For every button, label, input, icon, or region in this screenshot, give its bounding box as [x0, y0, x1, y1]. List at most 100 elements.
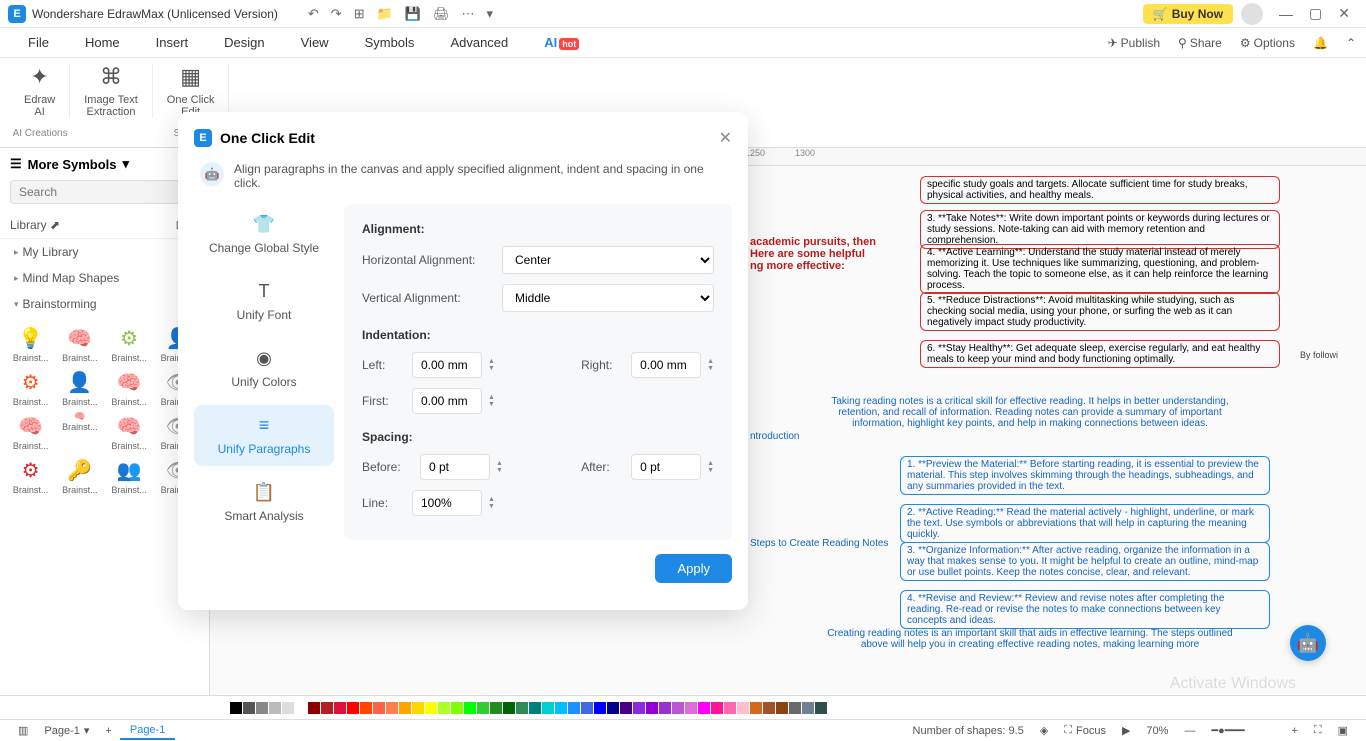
- color-swatch[interactable]: [321, 702, 333, 714]
- shape-item[interactable]: 🧠Brainst...: [8, 411, 53, 451]
- canvas-node[interactable]: specific study goals and targets. Alloca…: [920, 176, 1280, 204]
- shape-item[interactable]: ⚙Brainst...: [8, 455, 53, 495]
- color-swatch[interactable]: [516, 702, 528, 714]
- color-swatch[interactable]: [737, 702, 749, 714]
- undo-icon[interactable]: ↶: [308, 6, 319, 22]
- canvas-node[interactable]: 2. **Active Reading:** Read the material…: [900, 504, 1270, 543]
- color-swatch[interactable]: [490, 702, 502, 714]
- up-icon[interactable]: ▲: [707, 358, 714, 365]
- canvas-node[interactable]: 3. **Organize Information:** After activ…: [900, 542, 1270, 581]
- color-swatch[interactable]: [620, 702, 632, 714]
- canvas-node[interactable]: 6. **Stay Healthy**: Get adequate sleep,…: [920, 340, 1280, 368]
- maximize-button[interactable]: ▢: [1301, 5, 1330, 22]
- color-swatch[interactable]: [672, 702, 684, 714]
- shape-item[interactable]: 🧠Brainst...: [107, 411, 152, 451]
- color-swatch[interactable]: [399, 702, 411, 714]
- color-swatch[interactable]: [581, 702, 593, 714]
- more-icon[interactable]: ⋯: [462, 6, 475, 22]
- print-icon[interactable]: 🖨: [433, 6, 450, 22]
- layers-icon[interactable]: ◈: [1032, 724, 1056, 737]
- shape-item[interactable]: ⚙Brainst...: [8, 367, 53, 407]
- color-swatch[interactable]: [607, 702, 619, 714]
- color-swatch[interactable]: [633, 702, 645, 714]
- ribbon-edraw-ai[interactable]: ✦ Edraw AI: [10, 64, 70, 118]
- color-swatch[interactable]: [750, 702, 762, 714]
- color-swatch[interactable]: [555, 702, 567, 714]
- options-button[interactable]: ⚙ Options: [1240, 36, 1295, 50]
- canvas-node[interactable]: 5. **Reduce Distractions**: Avoid multit…: [920, 292, 1280, 331]
- focus-button[interactable]: ⛶ Focus: [1056, 724, 1114, 737]
- v-align-select[interactable]: Middle: [502, 284, 714, 312]
- color-swatch[interactable]: [763, 702, 775, 714]
- up-icon[interactable]: ▲: [488, 394, 495, 401]
- up-icon[interactable]: ▲: [707, 460, 714, 467]
- search-input[interactable]: [10, 180, 183, 204]
- fullscreen-icon[interactable]: ▣: [1330, 724, 1356, 737]
- close-icon[interactable]: ✕: [719, 128, 732, 148]
- color-swatch[interactable]: [698, 702, 710, 714]
- canvas-text[interactable]: Taking reading notes is a critical skill…: [830, 396, 1230, 429]
- after-input[interactable]: [631, 454, 701, 480]
- color-swatch[interactable]: [282, 702, 294, 714]
- color-swatch[interactable]: [477, 702, 489, 714]
- play-icon[interactable]: ▶: [1114, 724, 1138, 737]
- color-swatch[interactable]: [724, 702, 736, 714]
- user-avatar[interactable]: [1241, 3, 1263, 25]
- color-swatch[interactable]: [269, 702, 281, 714]
- ribbon-one-click[interactable]: ▦ One Click Edit: [153, 64, 230, 118]
- down-icon[interactable]: ▼: [488, 365, 495, 372]
- shape-item[interactable]: 💡Brainst...: [8, 323, 53, 363]
- menu-file[interactable]: File: [10, 31, 67, 54]
- zoom-slider[interactable]: ━●━━━: [1203, 724, 1283, 737]
- shape-item[interactable]: 👤Brainst...: [57, 367, 102, 407]
- fit-icon[interactable]: ⛶: [1306, 724, 1330, 737]
- notifications-icon[interactable]: 🔔: [1313, 36, 1328, 50]
- add-page-button[interactable]: +: [97, 725, 119, 737]
- ribbon-image-text[interactable]: ⌘ Image Text Extraction: [70, 64, 153, 118]
- color-swatch[interactable]: [386, 702, 398, 714]
- color-swatch[interactable]: [373, 702, 385, 714]
- color-swatch[interactable]: [438, 702, 450, 714]
- color-swatch[interactable]: [334, 702, 346, 714]
- menu-advanced[interactable]: Advanced: [432, 31, 526, 54]
- zoom-in-button[interactable]: +: [1283, 725, 1305, 737]
- redo-icon[interactable]: ↷: [331, 6, 342, 22]
- shape-item[interactable]: 🧠Brainst...: [57, 323, 102, 363]
- color-swatch[interactable]: [230, 702, 242, 714]
- color-swatch[interactable]: [568, 702, 580, 714]
- color-swatch[interactable]: [295, 702, 307, 714]
- color-swatch[interactable]: [503, 702, 515, 714]
- page-tab[interactable]: Page-1: [120, 722, 175, 740]
- nav-unify-font[interactable]: TUnify Font: [194, 271, 334, 332]
- color-swatch[interactable]: [776, 702, 788, 714]
- zoom-out-button[interactable]: —: [1176, 725, 1203, 737]
- color-swatch[interactable]: [529, 702, 541, 714]
- shape-item[interactable]: 🔑Brainst...: [57, 455, 102, 495]
- menu-design[interactable]: Design: [206, 31, 282, 54]
- nav-global-style[interactable]: 👕Change Global Style: [194, 204, 334, 265]
- down-icon[interactable]: ▼: [488, 401, 495, 408]
- color-swatch[interactable]: [464, 702, 476, 714]
- color-swatch[interactable]: [412, 702, 424, 714]
- color-swatch[interactable]: [594, 702, 606, 714]
- color-swatch[interactable]: [815, 702, 827, 714]
- line-input[interactable]: [412, 490, 482, 516]
- color-swatch[interactable]: [256, 702, 268, 714]
- color-swatch[interactable]: [659, 702, 671, 714]
- color-swatch[interactable]: [711, 702, 723, 714]
- down-icon[interactable]: ▼: [707, 365, 714, 372]
- canvas-node[interactable]: 1. **Preview the Material:** Before star…: [900, 456, 1270, 495]
- canvas-text[interactable]: Creating reading notes is an important s…: [820, 628, 1240, 650]
- shape-item[interactable]: 👥Brainst...: [107, 455, 152, 495]
- nav-unify-paragraphs[interactable]: ≡Unify Paragraphs: [194, 405, 334, 466]
- canvas-node[interactable]: 4. **Active Learning**: Understand the s…: [920, 244, 1280, 294]
- new-icon[interactable]: ⊞: [354, 6, 365, 22]
- dropdown-icon[interactable]: ▾: [487, 6, 494, 22]
- right-input[interactable]: [631, 352, 701, 378]
- nav-unify-colors[interactable]: ◉Unify Colors: [194, 338, 334, 399]
- canvas-text[interactable]: ntroduction: [750, 431, 799, 442]
- apply-button[interactable]: Apply: [655, 554, 732, 583]
- up-icon[interactable]: ▲: [488, 496, 495, 503]
- color-swatch[interactable]: [451, 702, 463, 714]
- h-align-select[interactable]: Center: [502, 246, 714, 274]
